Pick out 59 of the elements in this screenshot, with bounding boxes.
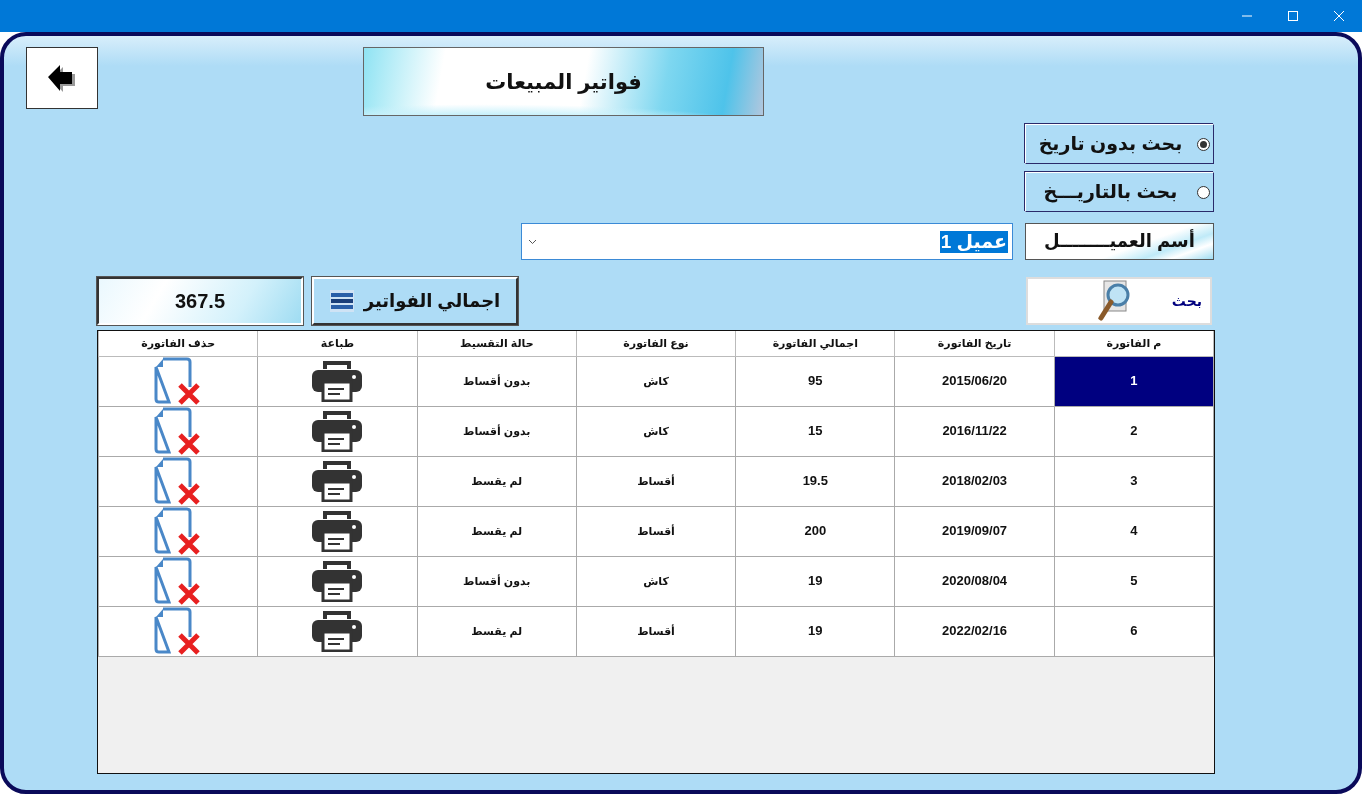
printer-icon — [311, 610, 364, 652]
printer-icon — [311, 360, 364, 402]
customer-dropdown[interactable]: عميل 1 — [521, 223, 1013, 260]
table-cell: بدون أقساط — [417, 356, 577, 406]
table-cell: 95 — [735, 356, 895, 406]
printer-icon — [311, 410, 364, 452]
table-cell: 19.5 — [735, 456, 895, 506]
printer-icon — [311, 460, 364, 502]
maximize-icon — [1287, 10, 1299, 22]
table-cell: 3 — [1054, 456, 1214, 506]
table-cell: 6 — [1054, 606, 1214, 656]
total-label: اجمالي الفواتير — [363, 289, 501, 314]
back-button[interactable] — [26, 47, 98, 109]
table-cell: أقساط — [576, 456, 736, 506]
total-value: 367.5 — [97, 277, 303, 325]
table-cell: 2019/09/07 — [894, 506, 1055, 556]
column-header: طباعة — [257, 331, 418, 356]
column-header: حالة التقسيط — [417, 331, 577, 356]
table-cell: 2016/11/22 — [894, 406, 1055, 456]
table-cell: 200 — [735, 506, 895, 556]
radio-button[interactable] — [1197, 138, 1210, 151]
page-title: فواتير المبيعات — [485, 68, 642, 96]
search-button[interactable]: بحث — [1026, 277, 1212, 325]
radio-button[interactable] — [1197, 186, 1210, 199]
table-cell: 19 — [735, 606, 895, 656]
table-cell: 2022/02/16 — [894, 606, 1055, 656]
table-cell: 1 — [1054, 356, 1214, 406]
printer-icon — [311, 510, 364, 552]
close-icon — [1333, 10, 1345, 22]
table-cell: لم يقسط — [417, 506, 577, 556]
printer-icon — [311, 560, 364, 602]
column-header: تاريخ الفاتورة — [894, 331, 1055, 356]
table-cell: كاش — [576, 406, 736, 456]
column-header: حذف الفاتورة — [98, 331, 258, 356]
table-cell: أقساط — [576, 606, 736, 656]
column-header: م الفاتورة — [1054, 331, 1214, 356]
table-cell: 2018/02/03 — [894, 456, 1055, 506]
column-header: نوع الفاتورة — [576, 331, 736, 356]
column-header: اجمالي الفاتورة — [735, 331, 895, 356]
customer-label: أسم العميــــــــل — [1025, 223, 1214, 260]
table-cell: كاش — [576, 556, 736, 606]
table-cell: لم يقسط — [417, 456, 577, 506]
table-cell: 5 — [1054, 556, 1214, 606]
table-cell: 15 — [735, 406, 895, 456]
caret-icon — [528, 238, 537, 245]
table-cell: بدون أقساط — [417, 556, 577, 606]
table-cell: أقساط — [576, 506, 736, 556]
search-option[interactable]: بحث بدون تاريخ — [1025, 124, 1214, 164]
table-cell: كاش — [576, 356, 736, 406]
table-cell: بدون أقساط — [417, 406, 577, 456]
table-cell: 19 — [735, 556, 895, 606]
table-cell: 2020/08/04 — [894, 556, 1055, 606]
table-cell: 2 — [1054, 406, 1214, 456]
table-cell: 4 — [1054, 506, 1214, 556]
stack-icon — [329, 290, 354, 312]
table-cell: لم يقسط — [417, 606, 577, 656]
search-icon — [1097, 280, 1132, 322]
table-cell: 2015/06/20 — [894, 356, 1055, 406]
search-option[interactable]: بحث بالتاريـــخ — [1025, 172, 1214, 212]
